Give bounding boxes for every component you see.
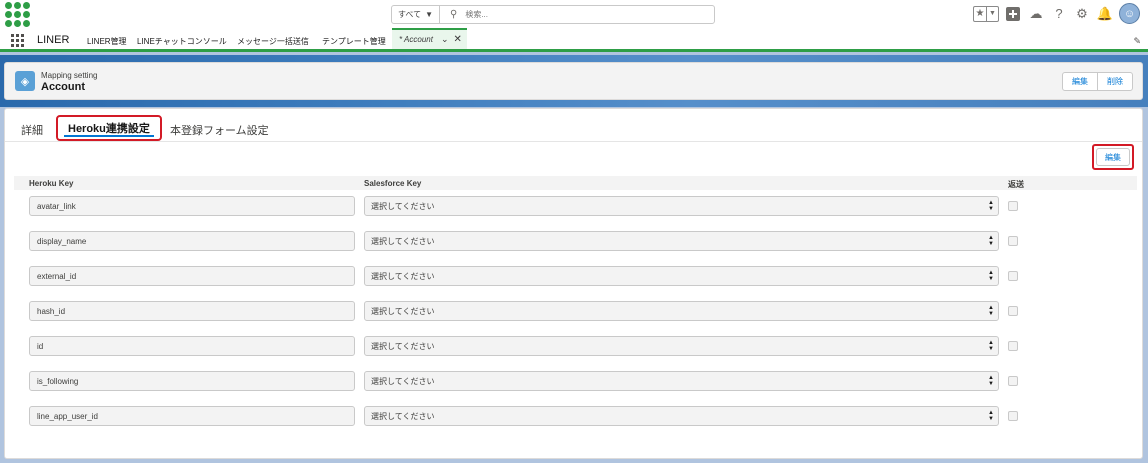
- table-row: hash_id 選択してください ▲ ▼: [5, 301, 1142, 321]
- nav-tab-account-label: * Account: [399, 35, 433, 44]
- salesforce-key-select[interactable]: 選択してください ▲ ▼: [364, 336, 999, 356]
- avatar[interactable]: ☺: [1119, 3, 1140, 24]
- salesforce-key-select[interactable]: 選択してください ▲ ▼: [364, 406, 999, 426]
- salesforce-key-select-value: 選択してください: [371, 306, 435, 316]
- search-icon: ⚲: [450, 9, 458, 20]
- tab-heroku-integration[interactable]: Heroku連携設定: [56, 115, 162, 141]
- delete-button[interactable]: 削除: [1097, 73, 1132, 90]
- table-row: line_app_user_id 選択してください ▲ ▼: [5, 406, 1142, 426]
- app-launcher-icon[interactable]: [11, 34, 24, 47]
- global-header: すべて ▼ ⚲ ★ ▼ ☁ ? ⚙ 🔔 ☺: [0, 0, 1148, 28]
- nav-item-bulk-message[interactable]: メッセージ一括送信: [237, 36, 309, 47]
- select-arrows-icon: ▲ ▼: [988, 375, 994, 387]
- resend-checkbox[interactable]: [1008, 201, 1018, 211]
- heroku-key-field: hash_id: [29, 301, 355, 321]
- close-icon[interactable]: ✕: [454, 34, 462, 45]
- heroku-key-field: external_id: [29, 266, 355, 286]
- table-row: avatar_link 選択してください ▲ ▼: [5, 196, 1142, 216]
- salesforce-key-select[interactable]: 選択してください ▲ ▼: [364, 196, 999, 216]
- edit-nav-pencil-icon[interactable]: ✎: [1133, 36, 1141, 47]
- record-header: ◈ Mapping setting Account 編集 削除: [4, 62, 1143, 100]
- favorites-dropdown-icon[interactable]: ▼: [986, 6, 998, 21]
- trailhead-icon[interactable]: ☁: [1027, 5, 1045, 23]
- select-arrows-icon: ▲ ▼: [988, 410, 994, 422]
- resend-checkbox[interactable]: [1008, 411, 1018, 421]
- header-utilities: ★ ▼ ☁ ? ⚙ 🔔 ☺: [973, 3, 1140, 24]
- table-row: display_name 選択してください ▲ ▼: [5, 231, 1142, 251]
- edit-button[interactable]: 編集: [1063, 73, 1097, 90]
- select-arrows-icon: ▲ ▼: [988, 270, 994, 282]
- search-scope-label: すべて: [397, 10, 422, 19]
- global-create-icon[interactable]: [1004, 5, 1022, 23]
- header-resend: 返送: [1008, 180, 1024, 189]
- resend-checkbox[interactable]: [1008, 236, 1018, 246]
- salesforce-key-select-value: 選択してください: [371, 201, 435, 211]
- select-arrows-icon: ▲ ▼: [988, 235, 994, 247]
- resend-checkbox[interactable]: [1008, 306, 1018, 316]
- header-heroku-key: Heroku Key: [29, 179, 74, 188]
- table-row: is_following 選択してください ▲ ▼: [5, 371, 1142, 391]
- cube-icon: ◈: [15, 71, 35, 91]
- search-scope-dropdown[interactable]: すべて ▼: [392, 6, 440, 23]
- gear-icon[interactable]: ⚙: [1073, 5, 1091, 23]
- star-icon[interactable]: ★: [974, 7, 986, 21]
- heroku-key-field: avatar_link: [29, 196, 355, 216]
- favorites-group: ★ ▼: [973, 5, 999, 22]
- salesforce-key-select[interactable]: 選択してください ▲ ▼: [364, 231, 999, 251]
- search-input[interactable]: [465, 10, 706, 19]
- help-icon[interactable]: ?: [1050, 5, 1068, 23]
- bell-icon[interactable]: 🔔: [1096, 5, 1114, 23]
- chevron-down-icon[interactable]: ⌄: [441, 34, 449, 45]
- salesforce-key-select[interactable]: 選択してください ▲ ▼: [364, 301, 999, 321]
- nav-item-liner-admin[interactable]: LINER管理: [87, 36, 127, 47]
- global-search: すべて ▼ ⚲: [391, 5, 715, 24]
- section-edit-button[interactable]: 編集: [1096, 148, 1130, 166]
- nav-item-template-admin[interactable]: テンプレート管理: [322, 36, 386, 47]
- table-row: external_id 選択してください ▲ ▼: [5, 266, 1142, 286]
- salesforce-key-select-value: 選択してください: [371, 271, 435, 281]
- resend-checkbox[interactable]: [1008, 376, 1018, 386]
- page-title: Account: [41, 81, 85, 93]
- app-logo-icon[interactable]: [5, 2, 30, 27]
- app-nav-bar: LINER LINER管理 LINEチャットコンソール メッセージ一括送信 テン…: [0, 28, 1148, 52]
- salesforce-key-select-value: 選択してください: [371, 341, 435, 351]
- tab-details[interactable]: 詳細: [21, 122, 43, 138]
- select-arrows-icon: ▲ ▼: [988, 340, 994, 352]
- heroku-key-field: display_name: [29, 231, 355, 251]
- select-arrows-icon: ▲ ▼: [988, 305, 994, 317]
- section-edit-highlight: 編集: [1092, 144, 1134, 170]
- record-actions: 編集 削除: [1062, 72, 1133, 91]
- select-arrows-icon: ▲ ▼: [988, 200, 994, 212]
- salesforce-key-select[interactable]: 選択してください ▲ ▼: [364, 371, 999, 391]
- table-row: id 選択してください ▲ ▼: [5, 336, 1142, 356]
- tab-registration-form[interactable]: 本登録フォーム設定: [170, 122, 269, 138]
- salesforce-key-select-value: 選択してください: [371, 376, 435, 386]
- app-name: LINER: [37, 34, 70, 46]
- salesforce-key-select-value: 選択してください: [371, 411, 435, 421]
- heroku-key-field: is_following: [29, 371, 355, 391]
- caret-down-icon: ▼: [425, 10, 434, 19]
- record-type-label: Mapping setting: [41, 71, 98, 80]
- heroku-key-field: id: [29, 336, 355, 356]
- heroku-key-field: line_app_user_id: [29, 406, 355, 426]
- resend-checkbox[interactable]: [1008, 271, 1018, 281]
- record-tabs: 詳細 Heroku連携設定 本登録フォーム設定: [5, 109, 1142, 142]
- salesforce-key-select-value: 選択してください: [371, 236, 435, 246]
- nav-item-line-chat-console[interactable]: LINEチャットコンソール: [137, 36, 227, 47]
- mapping-table-header: Heroku Key Salesforce Key 返送: [14, 176, 1137, 190]
- resend-checkbox[interactable]: [1008, 341, 1018, 351]
- salesforce-key-select[interactable]: 選択してください ▲ ▼: [364, 266, 999, 286]
- main-card: 詳細 Heroku連携設定 本登録フォーム設定 編集 Heroku Key Sa…: [4, 108, 1143, 459]
- header-salesforce-key: Salesforce Key: [364, 179, 422, 188]
- nav-tab-account[interactable]: * Account ⌄ ✕: [392, 28, 467, 49]
